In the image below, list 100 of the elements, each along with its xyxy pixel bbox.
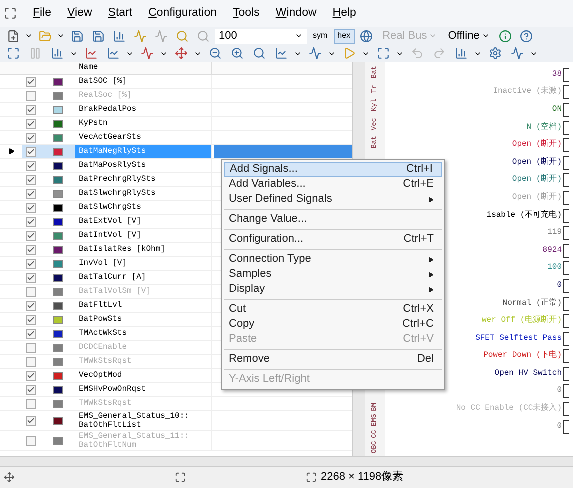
color-swatch[interactable] xyxy=(52,400,62,408)
menu-item[interactable]: Cut Ctrl+X xyxy=(224,302,442,317)
color-swatch[interactable] xyxy=(52,302,62,310)
signal-name[interactable]: VecOptMod xyxy=(75,369,212,382)
signal-name[interactable]: BatMaPosRlySts xyxy=(75,159,212,172)
menu-item[interactable]: Window xyxy=(276,4,317,22)
signal-name[interactable]: KyPstn xyxy=(75,117,212,130)
signal-name[interactable]: BatSlwchrgRlySts xyxy=(75,187,212,200)
signal-value: SFET Selftest Pass xyxy=(476,332,562,345)
checkbox[interactable] xyxy=(26,328,36,338)
color-swatch[interactable] xyxy=(52,106,62,114)
checkbox[interactable] xyxy=(26,356,36,366)
menu-item[interactable]: Copy Ctrl+C xyxy=(224,317,442,332)
checkbox[interactable] xyxy=(26,436,36,446)
signal-name[interactable]: EMSHvPowOnRqst xyxy=(75,383,212,396)
menu-item[interactable]: Add Signals... Ctrl+I xyxy=(224,162,442,177)
signal-name[interactable]: BatSlwChrgSts xyxy=(75,201,212,214)
checkbox[interactable] xyxy=(26,398,36,408)
format-toggle[interactable]: hex xyxy=(334,28,355,44)
color-swatch[interactable] xyxy=(52,218,62,226)
signal-name[interactable]: TMActWkSts xyxy=(75,327,212,340)
checkbox[interactable] xyxy=(26,384,36,394)
color-swatch[interactable] xyxy=(52,162,62,170)
color-swatch[interactable] xyxy=(52,358,62,366)
checkbox[interactable] xyxy=(26,258,36,268)
menu-item[interactable]: User Defined Signals xyxy=(224,192,442,207)
color-swatch[interactable] xyxy=(52,260,62,268)
checkbox[interactable] xyxy=(26,76,36,86)
signal-name[interactable]: EMS_General_Status_10:: BatOthFltList xyxy=(75,411,212,430)
color-swatch[interactable] xyxy=(52,386,62,394)
zoom-field[interactable]: 100 xyxy=(215,28,307,44)
signal-name[interactable]: BatPowSts xyxy=(75,313,212,326)
menu-item[interactable]: Samples xyxy=(224,267,442,282)
color-swatch[interactable] xyxy=(52,288,62,296)
color-swatch[interactable] xyxy=(52,246,62,254)
horizontal-scrollbar[interactable] xyxy=(365,456,573,466)
checkbox[interactable] xyxy=(26,132,36,142)
checkbox[interactable] xyxy=(26,146,36,156)
menu-item[interactable]: Change Value... xyxy=(224,212,442,227)
menu-item[interactable]: Display xyxy=(224,282,442,297)
checkbox[interactable] xyxy=(26,174,36,184)
checkbox[interactable] xyxy=(26,300,36,310)
color-swatch[interactable] xyxy=(52,204,62,212)
color-swatch[interactable] xyxy=(52,344,62,352)
checkbox[interactable] xyxy=(26,342,36,352)
color-swatch[interactable] xyxy=(52,134,62,142)
checkbox[interactable] xyxy=(26,202,36,212)
signal-name[interactable]: BatSOC [%] xyxy=(75,75,212,88)
signal-name[interactable]: BrakPedalPos xyxy=(75,103,212,116)
color-swatch[interactable] xyxy=(52,176,62,184)
row-pointer-icon xyxy=(8,148,14,155)
signal-name[interactable]: BatFltLvl xyxy=(75,299,212,312)
menu-item[interactable]: Add Variables... Ctrl+E xyxy=(224,177,442,192)
checkbox[interactable] xyxy=(26,272,36,282)
checkbox[interactable] xyxy=(26,118,36,128)
checkbox[interactable] xyxy=(26,216,36,226)
signal-name[interactable]: BatIslatRes [kOhm] xyxy=(75,243,212,256)
checkbox[interactable] xyxy=(26,160,36,170)
signal-name[interactable]: InvVol [V] xyxy=(75,257,212,270)
offline-dropdown[interactable]: Offline xyxy=(444,28,494,44)
color-swatch[interactable] xyxy=(52,120,62,128)
color-swatch[interactable] xyxy=(52,190,62,198)
color-swatch[interactable] xyxy=(52,274,62,282)
menu-item[interactable]: Tools xyxy=(233,4,260,22)
checkbox[interactable] xyxy=(26,286,36,296)
signal-name[interactable]: BatIntVol [V] xyxy=(75,229,212,242)
format-toggle[interactable]: sym xyxy=(310,28,331,44)
checkbox[interactable] xyxy=(26,244,36,254)
signal-name[interactable]: BatPrechrgRlySts xyxy=(75,173,212,186)
signal-name[interactable]: VecActGearSts xyxy=(75,131,212,144)
menu-item[interactable]: Connection Type xyxy=(224,252,442,267)
signal-name[interactable]: BatExtVol [V] xyxy=(75,215,212,228)
color-swatch[interactable] xyxy=(52,416,62,424)
color-swatch[interactable] xyxy=(52,316,62,324)
checkbox[interactable] xyxy=(26,416,36,426)
checkbox[interactable] xyxy=(26,104,36,114)
menu-item[interactable]: Configuration... Ctrl+T xyxy=(224,232,442,247)
menu-item[interactable]: Start xyxy=(108,4,133,22)
color-swatch[interactable] xyxy=(52,330,62,338)
signal-name[interactable]: BatTalCurr [A] xyxy=(75,271,212,284)
menu-item[interactable]: Remove Del xyxy=(224,352,442,367)
color-swatch[interactable] xyxy=(52,372,62,380)
menu-item[interactable]: Configuration xyxy=(148,4,217,22)
checkbox[interactable] xyxy=(26,188,36,198)
menu-item[interactable]: File xyxy=(33,4,52,22)
color-swatch[interactable] xyxy=(52,232,62,240)
color-swatch[interactable] xyxy=(52,436,62,444)
checkbox[interactable] xyxy=(26,90,36,100)
signal-value: 38 xyxy=(552,68,562,81)
submenu-arrow-icon xyxy=(428,286,434,292)
menu-item[interactable]: Help xyxy=(332,4,356,22)
color-swatch[interactable] xyxy=(52,78,62,86)
color-swatch[interactable] xyxy=(52,92,62,100)
menu-item[interactable]: View xyxy=(68,4,92,22)
horizontal-scrollbar[interactable] xyxy=(0,456,365,466)
signal-value: Inactive (未激) xyxy=(493,86,562,98)
checkbox[interactable] xyxy=(26,370,36,380)
checkbox[interactable] xyxy=(26,314,36,324)
checkbox[interactable] xyxy=(26,230,36,240)
color-swatch[interactable] xyxy=(52,148,62,156)
